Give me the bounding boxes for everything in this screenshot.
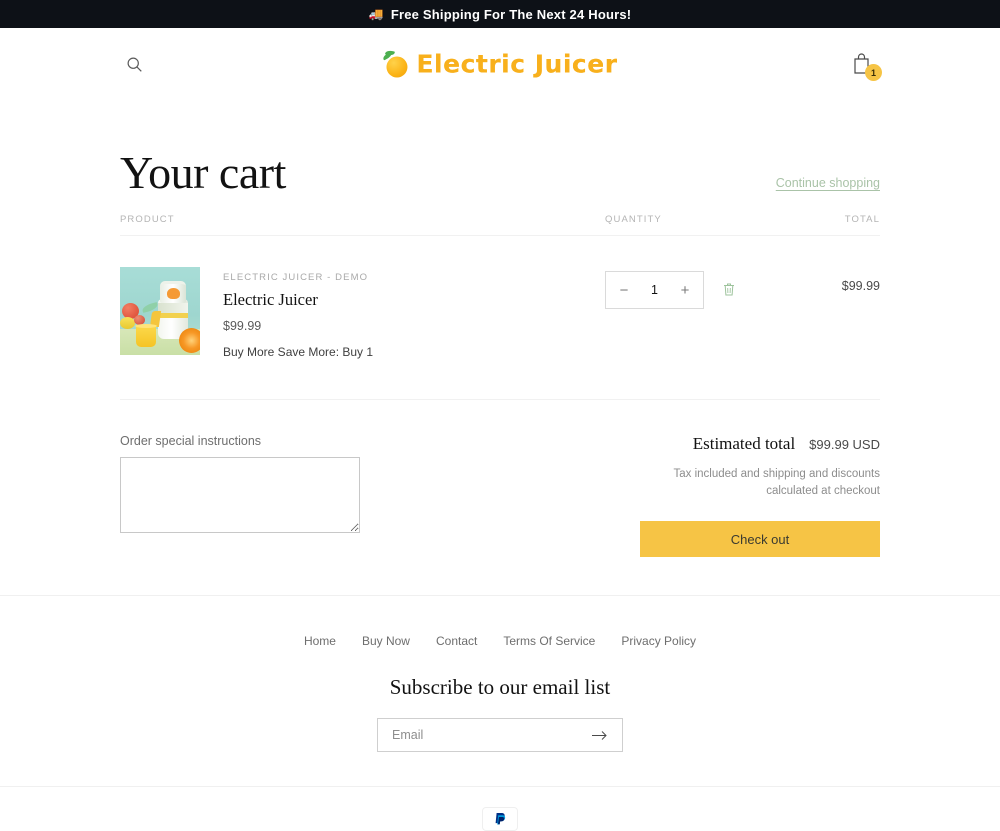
column-header-quantity: QUANTITY	[605, 214, 770, 225]
cart-totals-block: Estimated total $99.99 USD Tax included …	[640, 434, 880, 557]
cart-button[interactable]: 1	[846, 47, 880, 81]
quantity-value[interactable]: 1	[651, 283, 658, 297]
product-title[interactable]: Electric Juicer	[223, 290, 373, 310]
quantity-increase-button[interactable]: +	[678, 283, 692, 298]
truck-icon: 🚚	[369, 8, 384, 20]
product-info: ELECTRIC JUICER - DEMO Electric Juicer $…	[223, 267, 373, 359]
order-notes-label: Order special instructions	[120, 434, 360, 448]
orange-fruit-icon	[382, 51, 408, 77]
column-header-product: PRODUCT	[120, 214, 605, 225]
footer-link-privacy-policy[interactable]: Privacy Policy	[621, 634, 696, 648]
estimated-total-value: $99.99 USD	[809, 437, 880, 452]
footer-link-buy-now[interactable]: Buy Now	[362, 634, 410, 648]
announcement-text: Free Shipping For The Next 24 Hours!	[391, 7, 632, 22]
subscribe-form	[377, 718, 623, 752]
subscribe-heading: Subscribe to our email list	[0, 675, 1000, 700]
cart-title-row: Your cart Continue shopping	[120, 100, 880, 214]
product-price: $99.99	[223, 319, 373, 333]
logo-text: Electric Juicer	[416, 50, 617, 79]
product-cell: ELECTRIC JUICER - DEMO Electric Juicer $…	[120, 267, 605, 359]
site-header: Electric Juicer 1	[0, 28, 1000, 100]
quantity-decrease-button[interactable]: −	[617, 283, 631, 298]
arrow-right-icon	[592, 730, 608, 741]
footer-link-home[interactable]: Home	[304, 634, 336, 648]
remove-item-button[interactable]	[722, 271, 736, 302]
payment-method-card	[482, 807, 518, 831]
subscribe-submit-button[interactable]	[592, 730, 608, 741]
footer-link-contact[interactable]: Contact	[436, 634, 477, 648]
payment-methods-row	[0, 786, 1000, 831]
cart-footer-section: Order special instructions Estimated tot…	[120, 400, 880, 595]
page-title: Your cart	[120, 150, 286, 196]
estimated-total-label: Estimated total	[693, 434, 795, 454]
column-header-total: TOTAL	[770, 214, 880, 225]
cart-line-item: ELECTRIC JUICER - DEMO Electric Juicer $…	[120, 236, 880, 400]
paypal-icon	[492, 811, 508, 827]
site-footer: Home Buy Now Contact Terms Of Service Pr…	[0, 595, 1000, 831]
checkout-button[interactable]: Check out	[640, 521, 880, 557]
order-notes-textarea[interactable]	[120, 457, 360, 533]
trash-icon	[722, 282, 736, 297]
order-notes-block: Order special instructions	[120, 434, 360, 557]
line-item-total: $99.99	[770, 267, 880, 293]
search-icon	[126, 56, 143, 73]
footer-navigation: Home Buy Now Contact Terms Of Service Pr…	[0, 634, 1000, 648]
quantity-stepper[interactable]: − 1 +	[605, 271, 704, 309]
estimated-total-row: Estimated total $99.99 USD	[640, 434, 880, 454]
product-thumbnail[interactable]	[120, 267, 200, 355]
footer-link-terms-of-service[interactable]: Terms Of Service	[503, 634, 595, 648]
cart-table-header: PRODUCT QUANTITY TOTAL	[120, 214, 880, 236]
cart-count-badge: 1	[865, 64, 882, 81]
product-property: Buy More Save More: Buy 1	[223, 345, 373, 359]
site-logo[interactable]: Electric Juicer	[382, 50, 617, 79]
email-input[interactable]	[392, 728, 592, 742]
search-button[interactable]	[120, 50, 148, 78]
announcement-bar: 🚚 Free Shipping For The Next 24 Hours!	[0, 0, 1000, 28]
tax-note: Tax included and shipping and discounts …	[640, 466, 880, 499]
continue-shopping-link[interactable]: Continue shopping	[776, 176, 880, 196]
quantity-cell: − 1 +	[605, 267, 770, 309]
product-vendor: ELECTRIC JUICER - DEMO	[223, 272, 373, 283]
cart-page: Your cart Continue shopping PRODUCT QUAN…	[0, 100, 1000, 595]
